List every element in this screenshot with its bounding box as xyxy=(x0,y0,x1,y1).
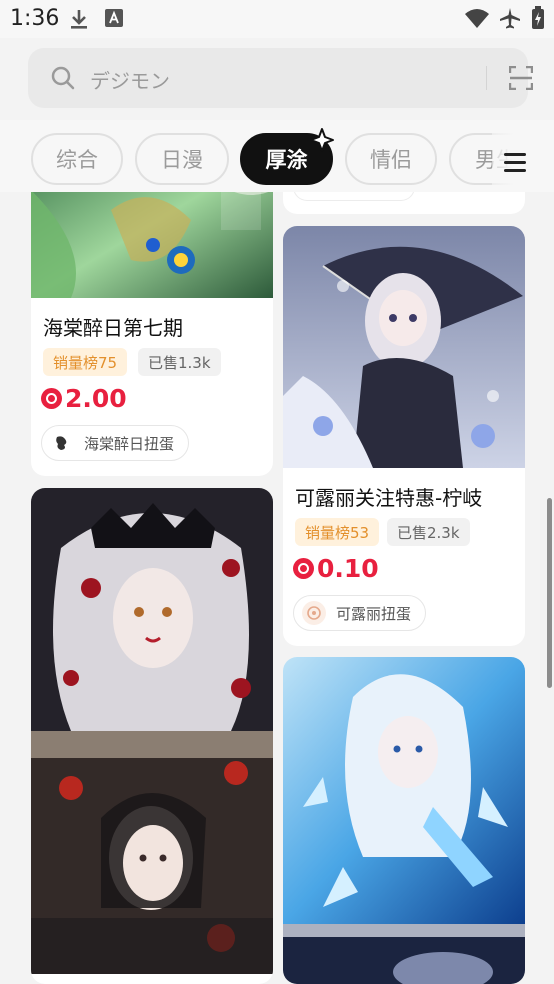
sales-rank-badge: 销量榜53 xyxy=(295,518,380,546)
coin-icon xyxy=(293,558,314,579)
battery-charging-icon xyxy=(532,6,544,29)
category-tabs: 综合 日漫 厚涂 情侣 男生 xyxy=(0,120,554,192)
tab-riman[interactable]: 日漫 xyxy=(135,133,229,185)
search-bar[interactable]: デジモン xyxy=(28,48,533,108)
status-bar: 1:36 xyxy=(0,0,554,38)
tab-zonghe[interactable]: 综合 xyxy=(31,133,123,185)
status-time: 1:36 xyxy=(10,6,60,31)
shop-name: 可露丽扭蛋 xyxy=(336,604,412,623)
product-image[interactable] xyxy=(31,488,273,974)
sales-rank-badge: 销量榜75 xyxy=(43,348,128,376)
product-card[interactable] xyxy=(283,657,525,984)
product-image[interactable] xyxy=(283,226,525,468)
product-card[interactable]: 可露丽关注特惠-柠岐 销量榜53 已售2.3k 0.10 可露丽扭蛋 xyxy=(283,226,525,646)
menu-button[interactable] xyxy=(492,120,554,192)
product-title: 海棠醉日第七期 xyxy=(43,316,183,340)
price-value: 2.00 xyxy=(65,384,127,413)
tab-qinglv[interactable]: 情侣 xyxy=(345,133,437,185)
font-icon xyxy=(105,9,123,27)
airplane-mode-icon xyxy=(500,8,520,29)
search-icon xyxy=(51,66,75,90)
product-card[interactable]: 海棠醉日第七期 销量榜75 已售1.3k 2.00 海棠醉日扭蛋 xyxy=(31,150,273,476)
product-image[interactable] xyxy=(283,657,525,984)
product-title: 可露丽关注特惠-柠岐 xyxy=(295,486,483,510)
price: 2.00 xyxy=(41,384,127,413)
menu-icon xyxy=(504,153,526,177)
scan-icon[interactable] xyxy=(509,66,533,90)
sold-count-badge: 已售2.3k xyxy=(387,518,470,546)
tab-houtu[interactable]: 厚涂 xyxy=(240,128,334,185)
product-card[interactable] xyxy=(31,488,273,984)
search-input[interactable]: デジモン xyxy=(90,65,170,94)
price: 0.10 xyxy=(293,554,379,583)
shop-logo xyxy=(50,431,74,455)
shop-name: 海棠醉日扭蛋 xyxy=(84,434,175,453)
download-icon xyxy=(71,10,87,29)
sparkle-icon xyxy=(310,128,334,152)
scrollbar[interactable] xyxy=(547,498,552,688)
price-value: 0.10 xyxy=(317,554,379,583)
shop-logo xyxy=(302,601,326,625)
shop-chip[interactable]: 可露丽扭蛋 xyxy=(293,595,427,631)
tab-label: 厚涂 xyxy=(265,148,308,172)
search-divider xyxy=(486,66,487,90)
wifi-icon xyxy=(465,9,489,28)
shop-chip[interactable]: 海棠醉日扭蛋 xyxy=(41,425,190,461)
sold-count-badge: 已售1.3k xyxy=(138,348,221,376)
coin-icon xyxy=(41,388,62,409)
